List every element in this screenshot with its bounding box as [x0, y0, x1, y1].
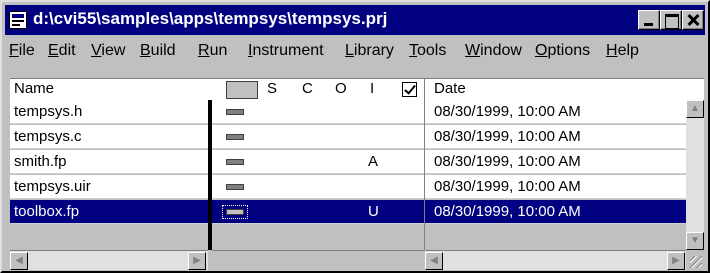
- status-column-hscrollbar[interactable]: [212, 250, 424, 270]
- maximize-button[interactable]: [660, 10, 682, 30]
- column-header-i[interactable]: I: [370, 80, 374, 97]
- file-status-icon: [226, 159, 244, 165]
- scroll-left-arrow-icon[interactable]: ◀: [425, 252, 443, 270]
- list-item[interactable]: tempsys.uir 08/30/1999, 10:00 AM: [10, 175, 698, 199]
- menu-view[interactable]: View: [91, 42, 125, 60]
- file-name: tempsys.uir: [14, 178, 91, 195]
- file-attr: U: [368, 203, 379, 220]
- file-date: 08/30/1999, 10:00 AM: [434, 203, 581, 220]
- column-header-date[interactable]: Date: [434, 80, 466, 97]
- column-divider: [424, 78, 425, 250]
- date-column-hscrollbar[interactable]: ◀ ▶: [425, 250, 686, 270]
- header-checkbox[interactable]: [402, 82, 417, 97]
- scroll-down-arrow-icon[interactable]: ▼: [686, 232, 704, 250]
- scroll-left-arrow-icon[interactable]: ◀: [10, 252, 28, 270]
- menu-file[interactable]: File: [9, 42, 35, 60]
- resize-grip-icon[interactable]: [686, 250, 704, 270]
- file-status-icon: [226, 134, 244, 140]
- minimize-button[interactable]: [638, 10, 660, 30]
- column-header-o[interactable]: O: [335, 80, 347, 97]
- scroll-up-arrow-icon[interactable]: ▲: [686, 100, 704, 118]
- project-file-icon[interactable]: [9, 11, 27, 29]
- menu-run[interactable]: Run: [198, 42, 227, 60]
- list-header: Name S C O I Date: [10, 78, 704, 100]
- file-list: tempsys.h 08/30/1999, 10:00 AM tempsys.c…: [10, 100, 704, 250]
- scroll-right-arrow-icon[interactable]: ▶: [667, 252, 685, 270]
- column-divider[interactable]: [208, 100, 212, 250]
- list-item[interactable]: tempsys.c 08/30/1999, 10:00 AM: [10, 125, 698, 149]
- menu-options[interactable]: Options: [535, 42, 590, 60]
- file-status-icon: [222, 205, 248, 219]
- menu-build[interactable]: Build: [140, 42, 176, 60]
- file-name: toolbox.fp: [14, 203, 80, 220]
- file-name: tempsys.c: [14, 128, 82, 145]
- color-swatch[interactable]: [226, 81, 258, 99]
- file-status-icon: [226, 184, 244, 190]
- file-attr: A: [368, 153, 379, 170]
- file-date: 08/30/1999, 10:00 AM: [434, 178, 581, 195]
- menu-edit[interactable]: Edit: [48, 42, 76, 60]
- window-title: d:\cvi55\samples\apps\tempsys\tempsys.pr…: [33, 9, 388, 28]
- scroll-right-arrow-icon[interactable]: ▶: [188, 252, 206, 270]
- column-header-s[interactable]: S: [267, 80, 277, 97]
- menu-window[interactable]: Window: [465, 42, 522, 60]
- vertical-scrollbar[interactable]: ▲ ▼: [686, 100, 704, 250]
- menu-bar: File Edit View Build Run Instrument Libr…: [5, 38, 705, 64]
- menu-instrument[interactable]: Instrument: [248, 42, 324, 60]
- menu-library[interactable]: Library: [345, 42, 394, 60]
- file-status-icon: [226, 109, 244, 115]
- name-column-hscrollbar[interactable]: ◀ ▶: [10, 250, 208, 270]
- file-date: 08/30/1999, 10:00 AM: [434, 128, 581, 145]
- list-item[interactable]: smith.fp A 08/30/1999, 10:00 AM: [10, 150, 698, 174]
- title-bar[interactable]: d:\cvi55\samples\apps\tempsys\tempsys.pr…: [5, 5, 705, 35]
- list-item[interactable]: tempsys.h 08/30/1999, 10:00 AM: [10, 100, 698, 124]
- menu-tools[interactable]: Tools: [409, 42, 446, 60]
- menu-help[interactable]: Help: [606, 42, 639, 60]
- column-header-name[interactable]: Name: [14, 80, 54, 97]
- column-header-c[interactable]: C: [302, 80, 313, 97]
- list-item-selected[interactable]: toolbox.fp U 08/30/1999, 10:00 AM: [10, 200, 698, 224]
- close-button[interactable]: [682, 10, 704, 30]
- file-date: 08/30/1999, 10:00 AM: [434, 103, 581, 120]
- file-date: 08/30/1999, 10:00 AM: [434, 153, 581, 170]
- file-name: tempsys.h: [14, 103, 83, 120]
- file-name: smith.fp: [14, 153, 67, 170]
- project-window: d:\cvi55\samples\apps\tempsys\tempsys.pr…: [0, 0, 710, 273]
